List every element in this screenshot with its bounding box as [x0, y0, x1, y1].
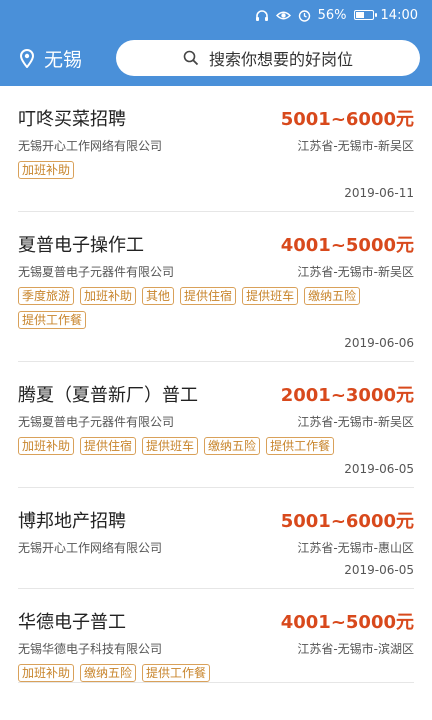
benefit-tag: 提供班车 [142, 437, 199, 455]
benefit-tag: 提供工作餐 [18, 311, 87, 329]
benefit-tag: 提供住宿 [180, 287, 237, 305]
job-location: 江苏省-无锡市-新吴区 [297, 265, 414, 279]
job-location: 江苏省-无锡市-新吴区 [297, 139, 414, 153]
benefit-tag: 加班补助 [80, 287, 137, 305]
benefit-tag: 加班补助 [18, 161, 75, 179]
benefit-tag: 缴纳五险 [204, 437, 261, 455]
benefit-tag: 提供工作餐 [266, 437, 335, 455]
benefit-tag: 缴纳五险 [304, 287, 361, 305]
header-bar: 无锡 搜索你想要的好岗位 [0, 30, 432, 86]
job-salary: 4001~5000元 [280, 235, 414, 256]
job-list: 叮咚买菜招聘 5001~6000元 无锡开心工作网络有限公司 江苏省-无锡市-新吴区加… [0, 86, 432, 683]
city-label: 无锡 [44, 48, 83, 71]
benefit-tag: 其他 [142, 287, 175, 305]
status-bar: 56% 14:00 [0, 0, 432, 30]
post-date: 2019-06-11 [344, 186, 414, 200]
job-salary: 5001~6000元 [280, 511, 414, 532]
benefit-tags: 季度旅游 加班补助 其他 提供住宿 提供班车 缴纳五险提供工作餐 [18, 287, 378, 329]
city-selector[interactable]: 无锡 [20, 45, 116, 72]
benefit-tag: 加班补助 [18, 664, 75, 682]
job-card[interactable]: 博邦地产招聘 5001~6000元 无锡开心工作网络有限公司 江苏省-无锡市-惠山区 2… [18, 488, 414, 589]
benefit-tag: 提供住宿 [80, 437, 137, 455]
benefit-tags: 加班补助 [18, 161, 378, 179]
job-location: 江苏省-无锡市-惠山区 [297, 541, 414, 555]
job-card[interactable]: 叮咚买菜招聘 5001~6000元 无锡开心工作网络有限公司 江苏省-无锡市-新吴区加… [18, 86, 414, 212]
job-card[interactable]: 夏普电子操作工 4001~5000元 无锡夏普电子元器件有限公司 江苏省-无锡市-新吴… [18, 212, 414, 362]
battery-percent: 56% [317, 7, 347, 23]
post-date: 2019-06-05 [344, 563, 414, 577]
search-placeholder: 搜索你想要的好岗位 [208, 50, 353, 69]
job-card[interactable]: 腾夏（夏普新厂）普工 2001~3000元 无锡夏普电子元器件有限公司 江苏省-无锡市… [18, 362, 414, 488]
clock: 14:00 [380, 7, 418, 23]
benefit-tag: 提供班车 [242, 287, 299, 305]
benefit-tag: 提供工作餐 [142, 664, 211, 682]
job-salary: 5001~6000元 [280, 109, 414, 130]
job-salary: 2001~3000元 [280, 385, 414, 406]
alarm-icon [298, 9, 311, 22]
benefit-tags: 加班补助 提供住宿 提供班车 缴纳五险 提供工作餐 [18, 437, 378, 455]
battery-icon [353, 10, 377, 20]
search-icon [183, 50, 199, 66]
post-date: 2019-06-05 [344, 462, 414, 476]
benefit-tag: 季度旅游 [18, 287, 75, 305]
benefit-tag: 缴纳五险 [80, 664, 137, 682]
job-salary: 4001~5000元 [280, 612, 414, 633]
eye-icon [275, 10, 291, 21]
search-input[interactable]: 搜索你想要的好岗位 [116, 40, 420, 76]
benefit-tags: 加班补助 缴纳五险 提供工作餐 [18, 664, 378, 682]
job-card[interactable]: 华德电子普工 4001~5000元 无锡华德电子科技有限公司 江苏省-无锡市-滨湖区加… [18, 589, 414, 683]
headphones-icon [255, 9, 269, 22]
benefit-tag: 加班补助 [18, 437, 75, 455]
job-location: 江苏省-无锡市-滨湖区 [297, 642, 414, 656]
job-location: 江苏省-无锡市-新吴区 [297, 415, 414, 429]
post-date: 2019-06-06 [344, 336, 414, 350]
location-pin-icon [20, 48, 34, 68]
battery-level [355, 12, 365, 18]
